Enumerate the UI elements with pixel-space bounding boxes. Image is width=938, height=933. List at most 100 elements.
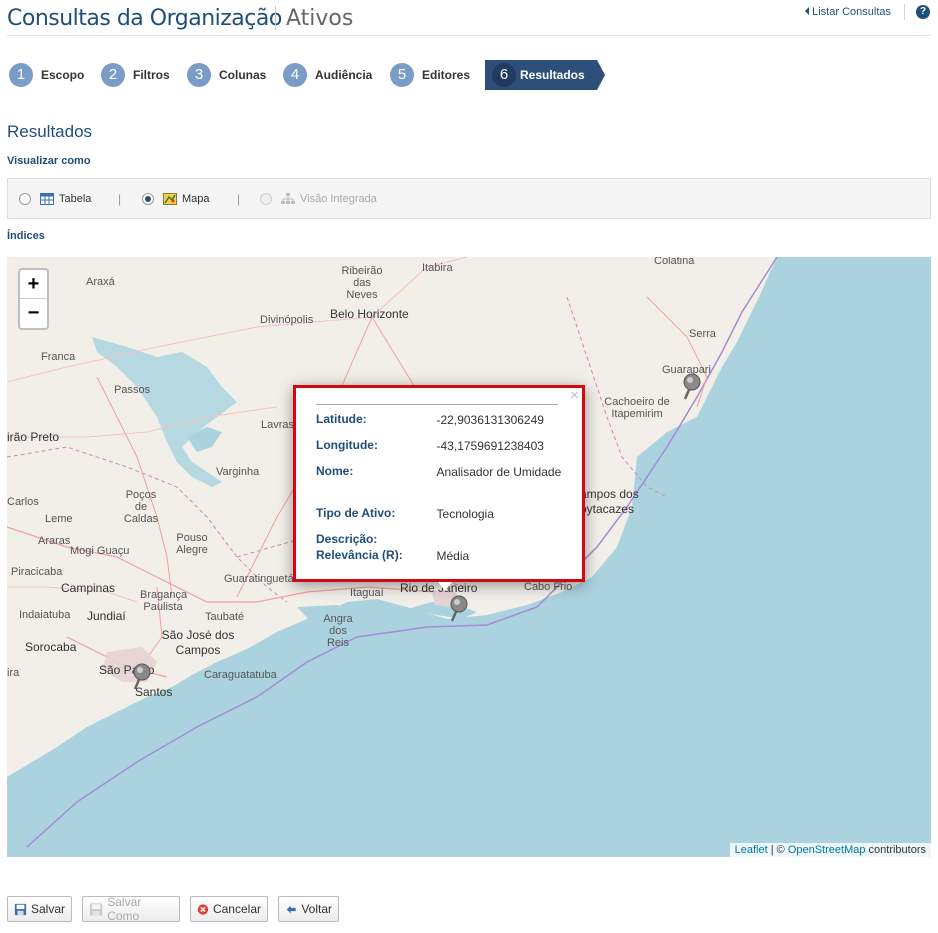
back-arrow-icon (286, 905, 296, 913)
back-arrow-icon (805, 7, 810, 15)
step-label: Escopo (41, 68, 85, 82)
place-label: Pouso Alegre (176, 532, 208, 556)
map-marker-icon[interactable] (132, 663, 152, 691)
popup-value: Tecnologia (436, 507, 494, 521)
save-button[interactable]: Salvar (7, 896, 72, 922)
place-label: Carlos (7, 496, 39, 508)
popup-tip (438, 582, 452, 591)
view-option-map-label: Mapa (182, 193, 210, 205)
view-separator: | (237, 192, 241, 206)
osm-link[interactable]: OpenStreetMap (788, 844, 866, 856)
view-options-bar: Tabela | Mapa | Visão Integrada (7, 178, 931, 219)
place-label: Divinópolis (260, 314, 314, 326)
popup-key: Descrição: (316, 532, 378, 546)
place-label: Lavras (261, 419, 295, 431)
step-label: Editores (422, 68, 471, 82)
step-number: 1 (9, 63, 33, 87)
step-number: 6 (492, 63, 516, 87)
place-label: Campinas (61, 581, 116, 595)
popup-key: Tipo de Ativo: (316, 506, 396, 520)
step-number: 3 (187, 63, 211, 87)
step-audiencia[interactable]: 4 Audiência (283, 62, 372, 88)
place-label: Guaratinguetá (224, 573, 294, 585)
view-option-map[interactable]: Mapa (142, 193, 210, 205)
leaflet-link[interactable]: Leaflet (735, 844, 768, 856)
map-marker-icon[interactable] (682, 373, 702, 401)
place-label: Mogi Guaçu (70, 545, 130, 557)
floppy-disk-icon (14, 903, 27, 915)
cancel-button[interactable]: Cancelar (190, 896, 268, 922)
attribution-contrib: contributors (865, 844, 926, 856)
attribution-sep: | © (767, 844, 788, 856)
place-label: Piracicaba (11, 566, 63, 578)
radio-map[interactable] (142, 193, 154, 205)
popup-row-asset-type: Tipo de Ativo: Tecnologia (316, 506, 566, 522)
step-label: Colunas (219, 68, 267, 82)
popup-row-latitude: Latitude: -22,9036131306249 (316, 412, 566, 428)
popup-key: Longitude: (316, 438, 378, 452)
page-subtitle: Ativos (286, 6, 354, 31)
step-number: 4 (283, 63, 307, 87)
save-as-icon (89, 902, 103, 916)
popup-value (437, 532, 566, 546)
place-label: Itabira (422, 262, 453, 274)
map-icon (163, 193, 177, 205)
step-colunas[interactable]: 3 Colunas (187, 62, 266, 88)
popup-row-relevance: Relevância (R): Média (316, 548, 566, 564)
list-queries-link[interactable]: Listar Consultas (805, 6, 891, 18)
wizard-steps: 1 Escopo 2 Filtros 3 Colunas 4 Audiência 5 Ed… (9, 60, 709, 90)
popup-row-longitude: Longitude: -43,1759691238403 (316, 438, 566, 454)
save-button-label: Salvar (30, 902, 65, 916)
place-label: Cabo Frio (524, 581, 573, 593)
zoom-control: + − (18, 268, 49, 330)
back-button[interactable]: Voltar (278, 896, 339, 922)
step-number: 2 (101, 63, 125, 87)
page-title: Consultas da Organização (7, 6, 282, 31)
place-label: Araras (38, 535, 71, 547)
popup-row-description: Descrição: (316, 532, 566, 546)
place-label: Serra (689, 328, 716, 340)
view-as-label: Visualizar como (7, 155, 91, 167)
step-filtros[interactable]: 2 Filtros (101, 62, 170, 88)
step-number: 5 (390, 63, 414, 87)
place-label: Franca (41, 351, 76, 363)
step-label: Audiência (315, 68, 373, 82)
view-option-integrated[interactable]: Visão Integrada (260, 193, 377, 205)
title-divider (275, 6, 276, 30)
save-as-button[interactable]: Salvar Como (82, 895, 180, 923)
place-label: ampos dos oytacazes (580, 487, 639, 516)
section-title: Resultados (7, 122, 93, 141)
step-escopo[interactable]: 1 Escopo (9, 62, 84, 88)
view-option-table-label: Tabela (59, 193, 92, 205)
zoom-in-button[interactable]: + (20, 270, 47, 299)
place-label: Cachoeiro de Itapemirim (604, 396, 670, 420)
place-label: ira (7, 667, 20, 679)
place-label: Leme (45, 513, 73, 525)
map-marker-icon[interactable] (449, 595, 469, 623)
place-label: Indaiatuba (19, 609, 71, 621)
map-attribution: Leaflet | © OpenStreetMap contributors (729, 843, 931, 857)
place-label: Belo Horizonte (330, 307, 409, 321)
step-editores[interactable]: 5 Editores (390, 62, 470, 88)
popup-key: Latitude: (316, 412, 367, 426)
place-label: Passos (114, 384, 151, 396)
popup-value: -43,1759691238403 (436, 439, 544, 453)
step-label: Filtros (133, 68, 170, 82)
popup-value: Analisador de Umidade (436, 465, 562, 479)
help-icon[interactable]: ? (916, 5, 930, 19)
radio-integrated[interactable] (260, 193, 272, 205)
place-label: Araxá (86, 276, 115, 288)
popup-row-name: Nome: Analisador de Umidade (316, 464, 566, 480)
view-option-integrated-label: Visão Integrada (300, 193, 377, 205)
place-label: São José dos Campos (161, 628, 235, 657)
hierarchy-icon (281, 193, 295, 204)
map-view[interactable]: Araxá Ribeirão das Neves Itabira Colatin… (7, 257, 931, 857)
place-label: Ribeirão das Neves (341, 265, 383, 301)
step-resultados[interactable]: 6 Resultados (485, 60, 605, 90)
close-icon[interactable]: × (570, 387, 579, 404)
zoom-out-button[interactable]: − (20, 299, 47, 328)
place-label: Varginha (216, 466, 260, 478)
view-option-table[interactable]: Tabela (19, 193, 91, 205)
table-icon (40, 193, 54, 205)
radio-table[interactable] (19, 193, 31, 205)
